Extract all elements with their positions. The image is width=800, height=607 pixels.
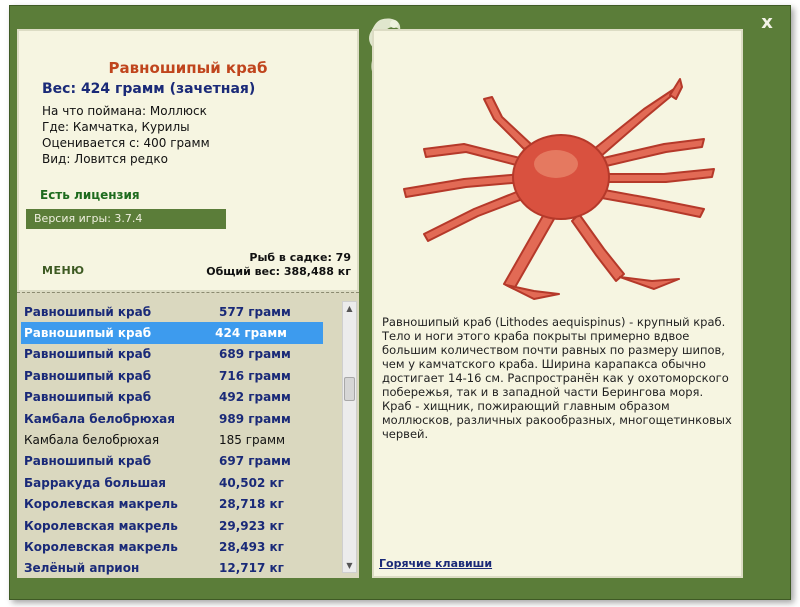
catch-fish-weight: 12,717 кг bbox=[219, 561, 284, 576]
rarity-line: Вид: Ловится редко bbox=[42, 152, 168, 166]
catch-fish-name: Камбала белобрюхая bbox=[24, 411, 175, 426]
crab-image bbox=[403, 78, 715, 300]
scrollbar[interactable]: ▲ ▼ bbox=[342, 301, 357, 573]
catch-fish-name: Королевская макрель bbox=[24, 497, 178, 512]
catch-fish-name: Равношипый краб bbox=[24, 326, 152, 341]
fish-count: Рыб в садке: 79 bbox=[249, 251, 351, 264]
catch-fish-weight: 29,923 кг bbox=[219, 518, 284, 533]
catch-fish-weight: 492 грамм bbox=[219, 390, 291, 405]
catch-list-row[interactable]: Королевская макрель 28,493 кг bbox=[17, 536, 339, 557]
catch-fish-name: Барракуда большая bbox=[24, 475, 167, 490]
catch-list-row[interactable]: Зелёный априон 12,717 кг bbox=[17, 558, 339, 578]
catch-fish-name: Равношипый краб bbox=[24, 454, 152, 469]
bait-line: На что поймана: Моллюск bbox=[42, 104, 207, 118]
catch-fish-name: Равношипый краб bbox=[24, 368, 152, 383]
description-panel: Равношипый краб (Lithodes aequispinus) -… bbox=[372, 29, 743, 578]
fish-description: Равношипый краб (Lithodes aequispinus) -… bbox=[382, 315, 732, 441]
catch-list-row[interactable]: Камбала белобрюхая 185 грамм bbox=[17, 429, 339, 450]
catch-list-row[interactable]: Барракуда большая 40,502 кг bbox=[17, 472, 339, 493]
catch-fish-weight: 697 грамм bbox=[219, 454, 291, 469]
catch-fish-name: Королевская макрель bbox=[24, 518, 178, 533]
catch-list-row[interactable]: Королевская макрель 28,718 кг bbox=[17, 494, 339, 515]
version-bar: Версия игры: 3.7.4 bbox=[26, 209, 226, 229]
catch-list: Равношипый краб 577 грамм Равношипый краб 4… bbox=[17, 292, 359, 578]
catch-list-row[interactable]: Равношипый краб 716 грамм bbox=[17, 365, 339, 386]
location-line: Где: Камчатка, Курилы bbox=[42, 120, 190, 134]
catch-fish-name: Равношипый краб bbox=[24, 304, 152, 319]
catch-fish-name: Королевская макрель bbox=[24, 539, 178, 554]
scroll-thumb[interactable] bbox=[344, 377, 355, 401]
fish-weight: Вес: 424 грамм (зачетная) bbox=[42, 81, 256, 97]
catch-list-rows: Равношипый краб 577 грамм Равношипый краб 4… bbox=[17, 301, 339, 578]
catch-list-row[interactable]: Равношипый краб 689 грамм bbox=[17, 344, 339, 365]
catch-fish-weight: 28,718 кг bbox=[219, 497, 284, 512]
catch-fish-name: Равношипый краб bbox=[24, 347, 152, 362]
scroll-up-icon[interactable]: ▲ bbox=[343, 302, 356, 315]
license-status: Есть лицензия bbox=[40, 188, 140, 202]
fish-title: Равношипый краб bbox=[108, 59, 268, 77]
fish-info: На что поймана: Моллюск Где: Камчатка, К… bbox=[42, 103, 210, 167]
min-weight-line: Оценивается с: 400 грамм bbox=[42, 136, 210, 150]
catch-fish-weight: 989 грамм bbox=[219, 411, 291, 426]
catch-list-row[interactable]: Камбала белобрюхая 989 грамм bbox=[17, 408, 339, 429]
scroll-down-icon[interactable]: ▼ bbox=[343, 559, 356, 572]
catch-list-row[interactable]: Равношипый краб 424 грамм bbox=[21, 322, 323, 344]
close-button[interactable]: x bbox=[758, 14, 776, 32]
catch-fish-weight: 577 грамм bbox=[219, 304, 291, 319]
catch-fish-weight: 424 грамм bbox=[215, 326, 287, 341]
catch-fish-weight: 185 грамм bbox=[219, 433, 286, 448]
hotkeys-link[interactable]: Горячие клавиши bbox=[379, 557, 492, 570]
fish-info-panel: Равношипый краб Вес: 424 грамм (зачетная… bbox=[17, 29, 359, 292]
catch-fish-weight: 716 грамм bbox=[219, 368, 291, 383]
catch-fish-weight: 40,502 кг bbox=[219, 475, 284, 490]
menu-button[interactable]: МЕНЮ bbox=[42, 264, 85, 277]
catch-fish-name: Зелёный априон bbox=[24, 561, 140, 576]
catch-list-row[interactable]: Равношипый краб 492 грамм bbox=[17, 387, 339, 408]
catch-list-row[interactable]: Королевская макрель 29,923 кг bbox=[17, 515, 339, 536]
catch-list-row[interactable]: Равношипый краб 697 грамм bbox=[17, 451, 339, 472]
catch-list-row[interactable]: Равношипый краб 577 грамм bbox=[17, 301, 339, 322]
keepnet-stats: Рыб в садке: 79 Общий вес: 388,488 кг bbox=[206, 251, 351, 279]
catch-fish-weight: 689 грамм bbox=[219, 347, 291, 362]
catch-fish-weight: 28,493 кг bbox=[219, 539, 284, 554]
total-weight: Общий вес: 388,488 кг bbox=[206, 265, 351, 278]
catch-fish-name: Равношипый краб bbox=[24, 390, 152, 405]
catch-fish-name: Камбала белобрюхая bbox=[24, 433, 160, 448]
